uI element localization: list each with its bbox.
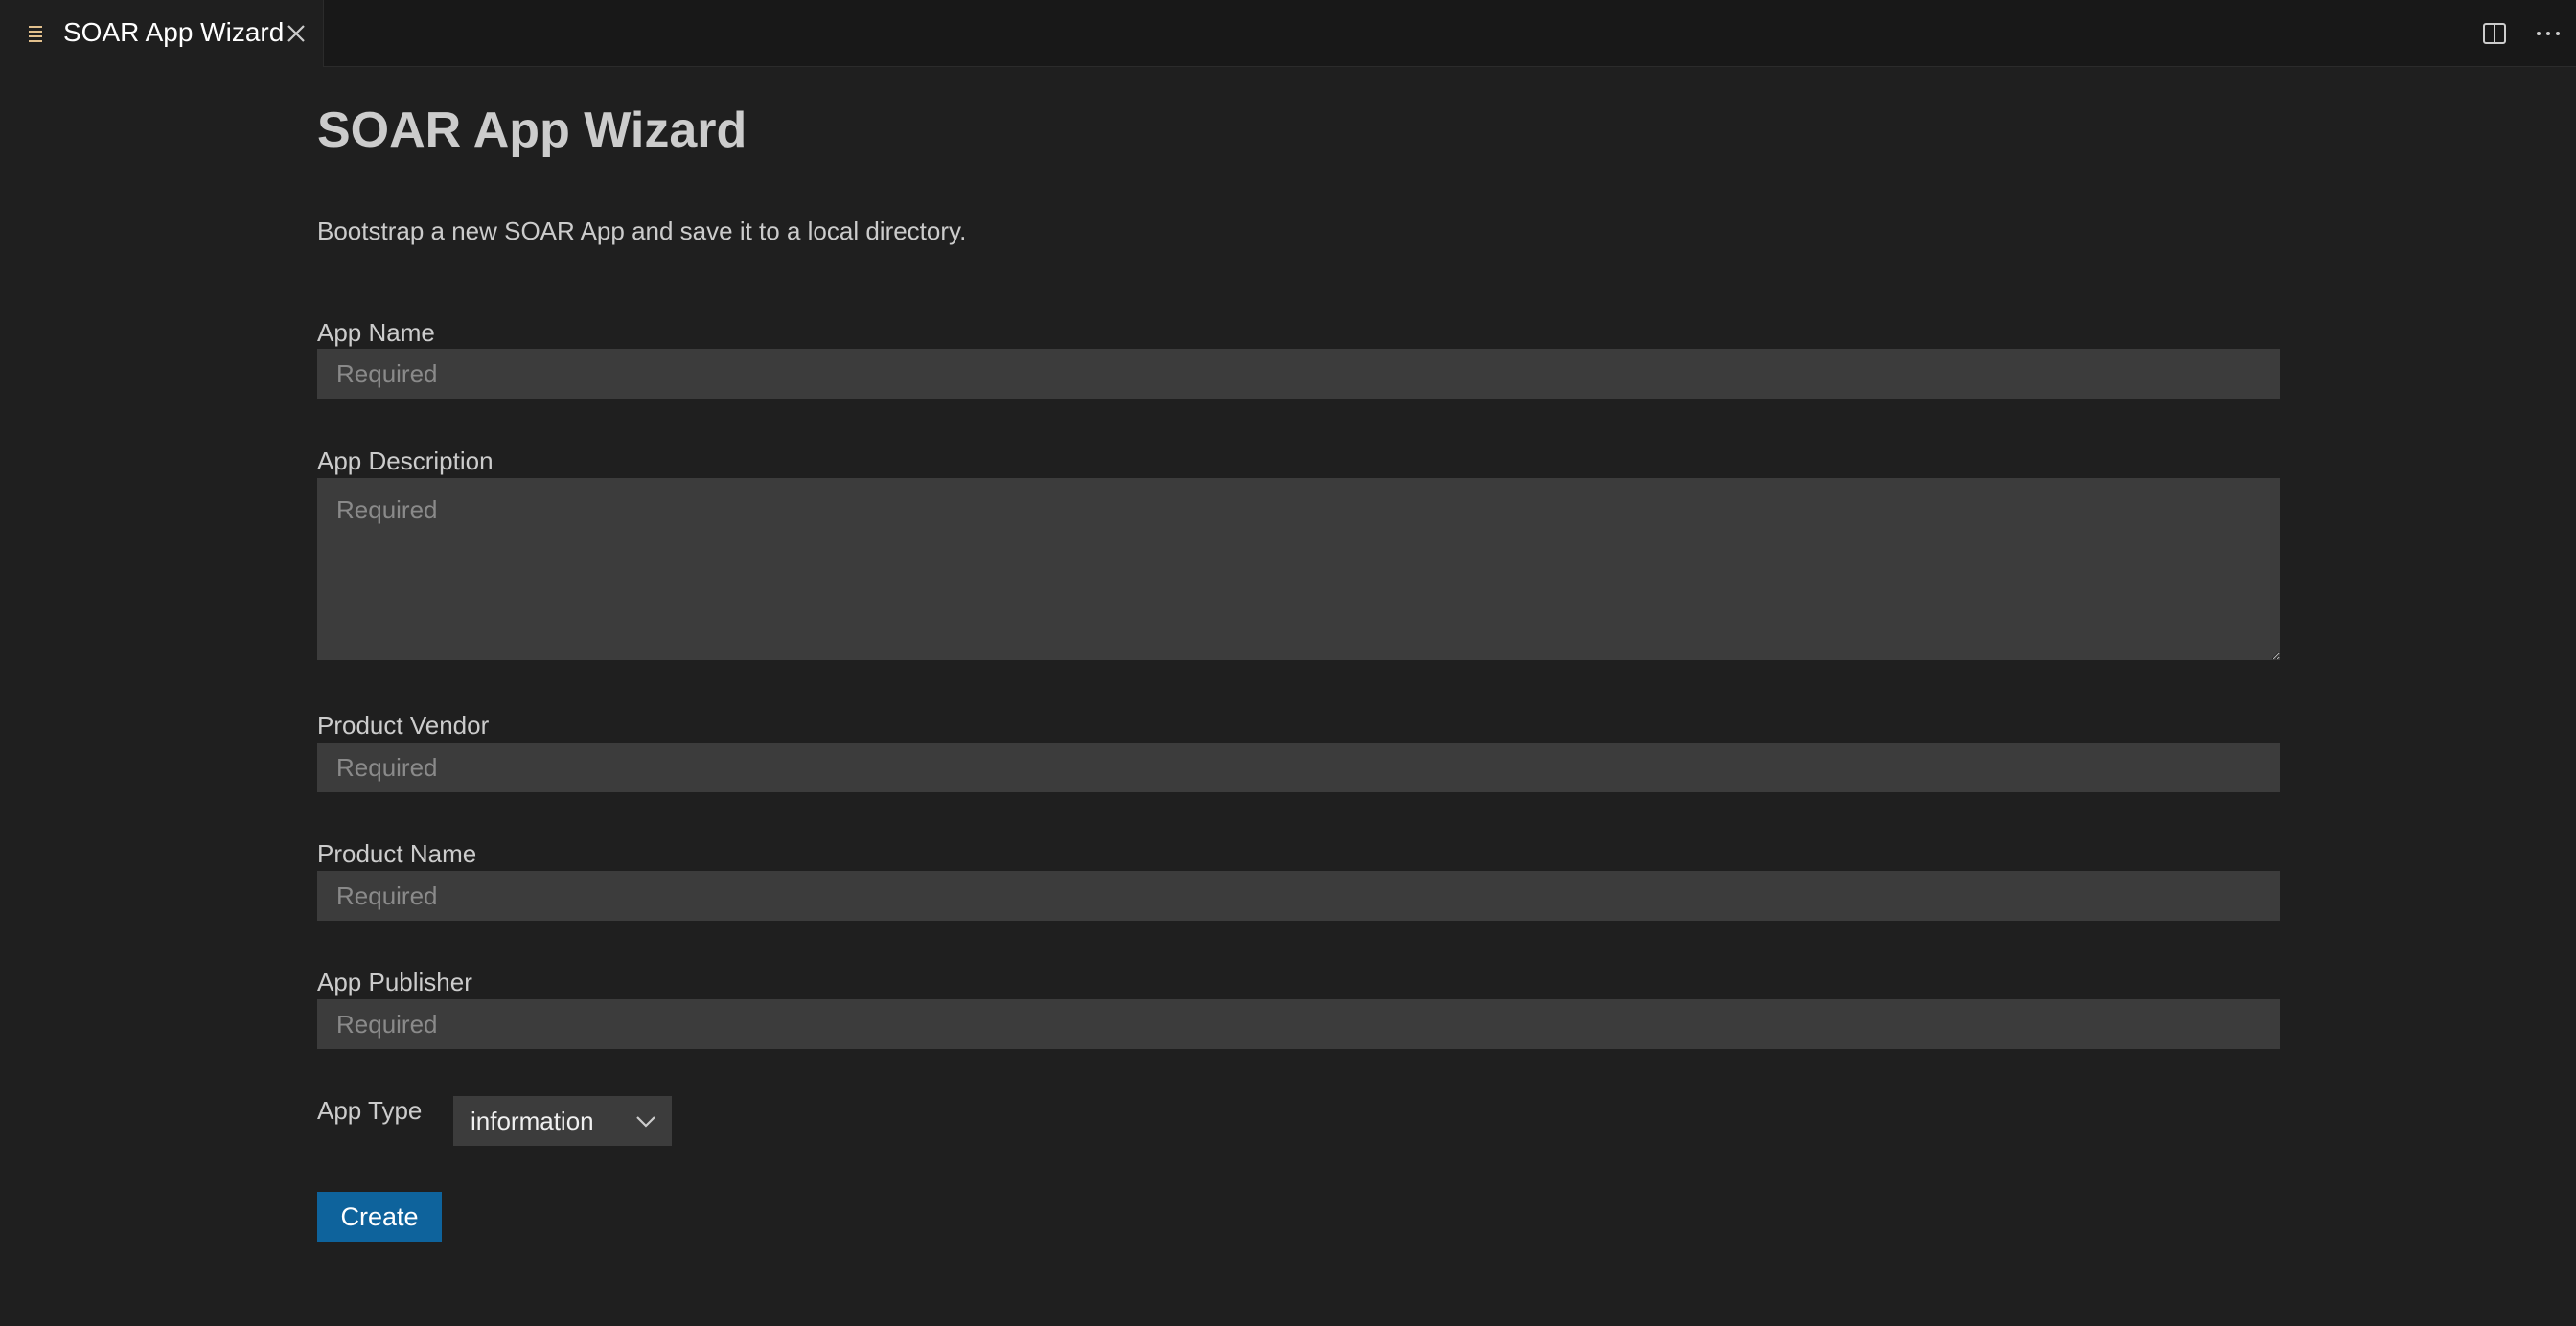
split-editor-icon[interactable]	[2478, 17, 2511, 50]
app-publisher-label: App Publisher	[317, 968, 472, 996]
app-publisher-input[interactable]	[317, 999, 2280, 1049]
create-button[interactable]: Create	[317, 1192, 442, 1242]
app-description-label: App Description	[317, 446, 494, 475]
app-type-select[interactable]: information	[453, 1096, 672, 1146]
chevron-down-icon	[636, 1116, 656, 1128]
app-type-label: App Type	[317, 1096, 423, 1125]
page-title: SOAR App Wizard	[317, 103, 748, 158]
app-name-input[interactable]	[317, 349, 2280, 399]
app-description-textarea[interactable]	[317, 478, 2280, 660]
more-actions-icon[interactable]	[2532, 17, 2564, 50]
page-description: Bootstrap a new SOAR App and save it to …	[317, 217, 967, 245]
preview-lines-icon	[29, 23, 42, 44]
app-type-selected-value: information	[471, 1106, 594, 1135]
editor-actions	[2478, 17, 2564, 50]
product-vendor-label: Product Vendor	[317, 711, 490, 740]
tab-soar-app-wizard[interactable]: SOAR App Wizard	[0, 0, 324, 67]
product-name-label: Product Name	[317, 839, 477, 868]
tab-title: SOAR App Wizard	[63, 17, 285, 47]
editor-tab-bar: SOAR App Wizard	[0, 0, 2576, 67]
app-name-label: App Name	[317, 318, 435, 347]
product-vendor-input[interactable]	[317, 743, 2280, 792]
product-name-input[interactable]	[317, 871, 2280, 921]
close-icon[interactable]	[284, 21, 309, 46]
